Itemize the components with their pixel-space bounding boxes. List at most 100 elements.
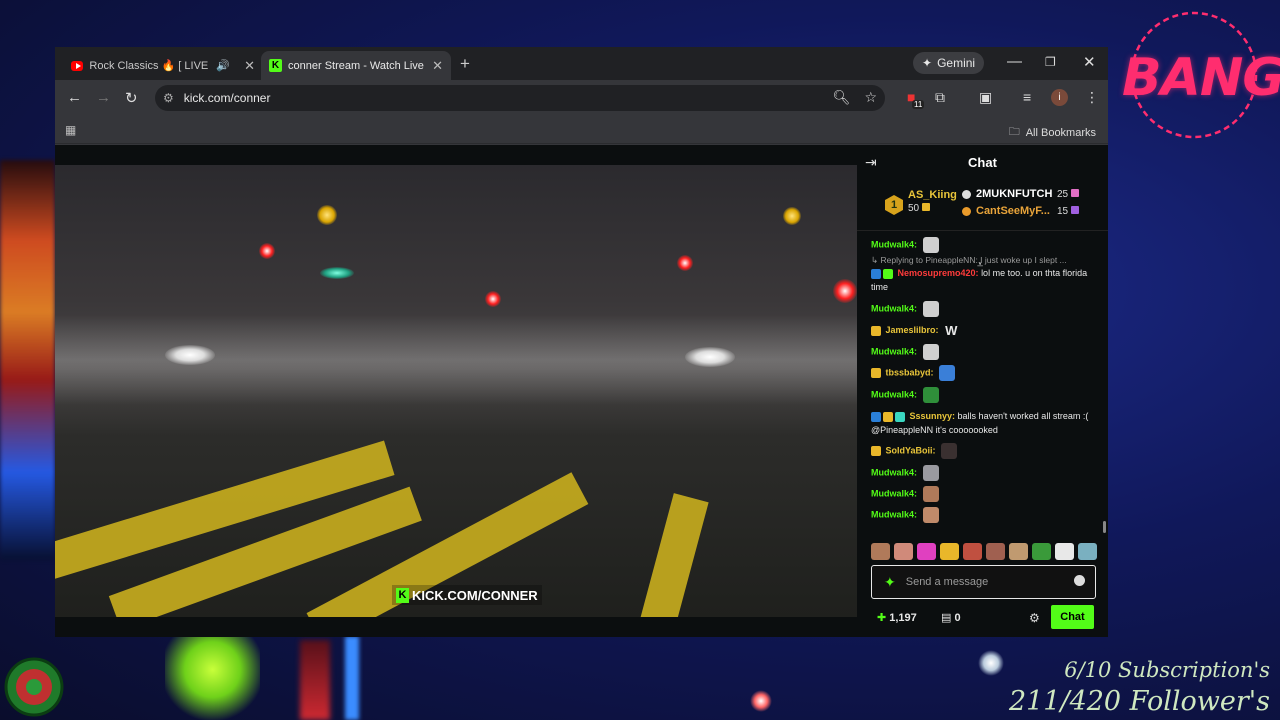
reply-text: Replying to PineappleNN: I just woke up … (880, 255, 1067, 265)
emote-icon[interactable] (1032, 543, 1051, 560)
chat-username[interactable]: Nemosupremo420: (898, 268, 979, 278)
chat-title: Chat (968, 155, 997, 170)
sparkle-icon[interactable]: ✦ (884, 574, 896, 591)
kick-page: K KICK.COM/CONNER ⇥ Chat 1 AS_Kiing 50 2… (55, 145, 1108, 637)
traffic-light (320, 267, 354, 279)
leader-count-value: 15 (1057, 206, 1069, 217)
emote-icon[interactable] (1055, 543, 1074, 560)
chat-message: Mudwalk4: (871, 507, 1099, 523)
video-player[interactable]: K KICK.COM/CONNER (55, 165, 857, 617)
tab-rock-classics[interactable]: Rock Classics 🔥 [ LIVE ] Ti 🔊 ✕ (63, 51, 263, 80)
traffic-light (259, 243, 275, 259)
gemini-button[interactable]: ✦ Gemini (913, 52, 985, 74)
zoom-icon[interactable]: 🔍︎ (833, 89, 851, 106)
emote-icon[interactable] (963, 543, 982, 560)
bookmark-star-icon[interactable]: ☆ (864, 89, 877, 106)
close-tab-icon[interactable]: ✕ (432, 58, 443, 74)
chat-username[interactable]: Mudwalk4: (871, 303, 917, 313)
kick-icon: K (269, 59, 282, 72)
tab-strip: Rock Classics 🔥 [ LIVE ] Ti 🔊 ✕ K conner… (55, 47, 1108, 80)
youtube-icon (71, 60, 84, 71)
chat-message: Jameslilbro: W (871, 323, 1099, 338)
leader-name[interactable]: AS_Kiing (908, 189, 957, 201)
background-neon-light (165, 636, 260, 720)
tab-conner-stream[interactable]: K conner Stream - Watch Live on ✕ (261, 51, 451, 80)
badge-icon (871, 268, 881, 279)
crosswalk-stripe (637, 493, 709, 617)
chat-settings-icon[interactable]: ⚙ (1029, 611, 1040, 625)
emote-icon[interactable] (894, 543, 913, 560)
minimize-icon[interactable]: — (1007, 53, 1022, 70)
restore-icon[interactable]: ❐ (1045, 55, 1056, 69)
points-icon: ✚ (877, 612, 887, 624)
tab-search-icon[interactable]: ▣ (979, 89, 992, 106)
media-controls-icon[interactable]: ≡ (1023, 89, 1031, 105)
chat-scrollbar[interactable] (1103, 521, 1106, 533)
leader-count-value: 50 (908, 203, 920, 214)
send-chat-button[interactable]: Chat (1051, 605, 1094, 629)
gemini-icon: ✦ (922, 56, 933, 70)
streetlight (783, 207, 801, 225)
address-bar[interactable]: ⚙ kick.com/conner 🔍︎ ☆ (155, 85, 885, 111)
store-button[interactable]: ▤ 0 (941, 611, 961, 624)
emote-icon[interactable] (1009, 543, 1028, 560)
chat-message: Sssunnyy: balls haven't worked all strea… (871, 409, 1099, 437)
traffic-light (677, 255, 693, 271)
chat-username[interactable]: Mudwalk4: (871, 509, 917, 519)
site-info-icon[interactable]: ⚙ (163, 91, 174, 105)
kick-watermark: K KICK.COM/CONNER (392, 585, 542, 605)
extension-badge: 11 (912, 100, 925, 109)
kick-logo-icon: K (396, 587, 409, 603)
emote-icon[interactable] (986, 543, 1005, 560)
emote-icon (922, 507, 939, 523)
chat-message-input[interactable]: ✦ Send a message (871, 565, 1096, 599)
chat-username[interactable]: Mudwalk4: (871, 467, 917, 477)
background-light (750, 690, 772, 712)
badge-icon (895, 411, 905, 422)
chat-username[interactable]: Jameslilbro: (886, 325, 939, 335)
emote-icon[interactable] (917, 543, 936, 560)
emote-icon[interactable] (940, 543, 959, 560)
back-icon[interactable]: ← (67, 89, 82, 106)
points-value: 1,197 (889, 612, 917, 624)
emote-icon (922, 301, 939, 317)
emote-icon[interactable] (871, 543, 890, 560)
chat-username[interactable]: Mudwalk4: (871, 488, 917, 498)
chat-username[interactable]: tbssbabyd: (886, 367, 934, 377)
gift-icon (922, 203, 931, 211)
channel-points[interactable]: ✚ 1,197 (877, 611, 917, 624)
reload-icon[interactable]: ↻ (125, 89, 138, 107)
apps-grid-icon[interactable]: ▦ (65, 123, 76, 137)
all-bookmarks-button[interactable]: 🗀 All Bookmarks (1009, 123, 1096, 142)
chat-message: Mudwalk4: (871, 465, 1099, 481)
subscription-goal: 6/10 Subscription's (1064, 658, 1270, 682)
profile-avatar[interactable]: i (1051, 89, 1068, 106)
emote-icon[interactable] (1078, 543, 1097, 560)
speaker-icon (2, 655, 66, 719)
chat-username[interactable]: Sssunnyy: (910, 411, 956, 421)
audio-icon[interactable]: 🔊 (216, 59, 230, 72)
menu-icon[interactable]: ⋮ (1085, 89, 1099, 106)
emoji-picker-icon[interactable] (1074, 575, 1085, 586)
tab-label: conner Stream - Watch Live on (288, 59, 424, 72)
chat-message: Mudwalk4: (871, 387, 1099, 403)
leader-badge-icon (962, 190, 971, 199)
emote-icon (922, 237, 939, 253)
new-tab-button[interactable]: + (460, 54, 470, 74)
background-light (978, 650, 1004, 676)
close-tab-icon[interactable]: ✕ (244, 58, 255, 74)
chat-username[interactable]: Mudwalk4: (871, 389, 917, 399)
chat-message: Mudwalk4: (871, 486, 1099, 502)
reply-context[interactable]: ↳ Replying to PineappleNN: I just woke u… (871, 253, 1099, 267)
badge-icon (883, 268, 893, 279)
watermark-text: KICK.COM/CONNER (412, 587, 538, 603)
forward-icon[interactable]: → (96, 89, 111, 106)
chat-username[interactable]: SoldYaBoii: (886, 445, 936, 455)
leader-name[interactable]: CantSeeMyF... (976, 205, 1050, 217)
extensions-puzzle-icon[interactable]: ⧉ (935, 89, 945, 106)
leader-name[interactable]: 2MUKNFUTCH (976, 188, 1052, 200)
chat-username[interactable]: Mudwalk4: (871, 346, 917, 356)
close-window-icon[interactable]: ✕ (1083, 53, 1096, 71)
chat-username[interactable]: Mudwalk4: (871, 239, 917, 249)
leader-count: 15 (1057, 206, 1080, 217)
